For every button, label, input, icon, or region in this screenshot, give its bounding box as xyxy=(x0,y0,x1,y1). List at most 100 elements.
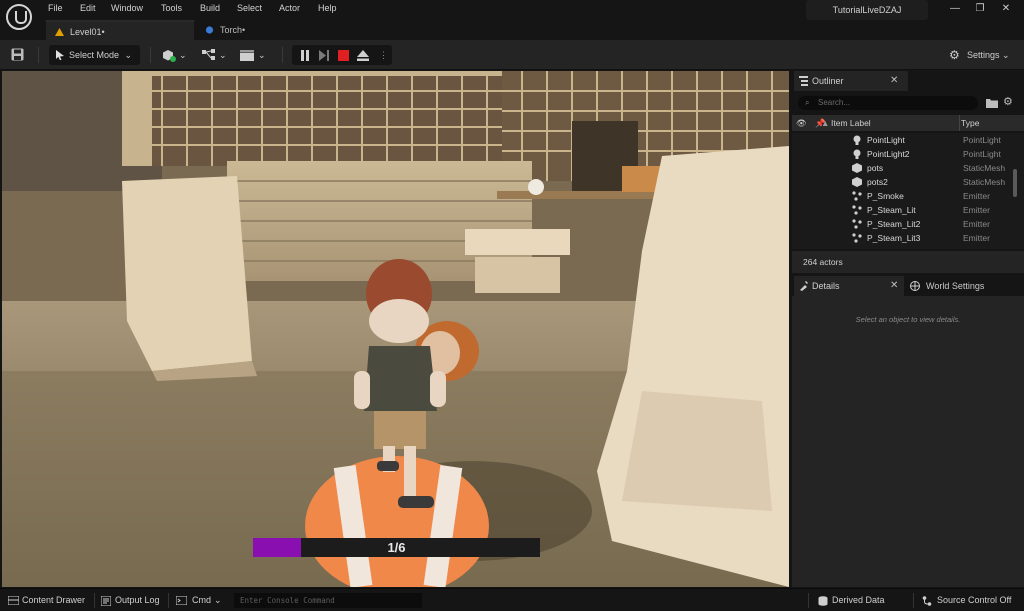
gear-icon: ⚙ xyxy=(949,48,960,62)
row-type: Emitter xyxy=(963,205,990,215)
tab-outliner[interactable]: Outliner ✕ xyxy=(794,71,908,91)
minimize-icon[interactable]: — xyxy=(948,3,962,15)
chevron-down-icon: ⌄ xyxy=(179,50,187,60)
menu-file[interactable]: File xyxy=(48,3,63,13)
outliner-row[interactable]: P_Smoke Emitter xyxy=(792,189,1024,203)
row-label: P_Smoke xyxy=(867,191,904,201)
outliner-scrollbar[interactable] xyxy=(1013,169,1017,197)
outliner-row[interactable]: pots StaticMesh xyxy=(792,161,1024,175)
row-type: Emitter xyxy=(963,219,990,229)
chevron-down-icon: ⌄ xyxy=(258,50,266,60)
select-mode-dropdown[interactable]: Select Mode ⌄ xyxy=(49,45,140,65)
menu-select[interactable]: Select xyxy=(237,3,262,13)
globe-icon xyxy=(910,281,920,291)
outliner-row[interactable]: P_Steam_Lit Emitter xyxy=(792,203,1024,217)
outliner-column-header: 👁 📌 ▲ Item Label Type xyxy=(792,115,1024,131)
row-label: PointLight xyxy=(867,135,905,145)
drawer-icon xyxy=(8,596,19,605)
outliner-row[interactable]: P_Steam_Lit2 Emitter xyxy=(792,217,1024,231)
output-log-label: Output Log xyxy=(115,595,160,605)
more-options-icon[interactable]: ⋮ xyxy=(379,45,388,65)
row-type: PointLight xyxy=(963,135,1001,145)
progress-counter: 1/6 xyxy=(387,540,406,555)
actor-count: 264 actors xyxy=(792,251,1024,273)
details-panel: Select an object to view details. xyxy=(792,296,1024,587)
restore-icon[interactable]: ❐ xyxy=(973,3,987,15)
mesh-icon xyxy=(852,177,862,187)
menu-actor[interactable]: Actor xyxy=(279,3,300,13)
gear-icon[interactable]: ⚙ xyxy=(1003,95,1013,108)
separator xyxy=(959,115,960,131)
separator xyxy=(913,593,914,608)
document-tabs: Level01• Torch• xyxy=(0,20,1024,40)
separator xyxy=(168,593,169,608)
menu-tools[interactable]: Tools xyxy=(161,3,182,13)
details-icon xyxy=(800,281,808,291)
tab-torch[interactable]: Torch• xyxy=(196,20,346,40)
level-icon xyxy=(55,28,64,36)
derived-data-label: Derived Data xyxy=(832,595,885,605)
add-folder-icon[interactable] xyxy=(986,98,998,108)
separator xyxy=(94,593,95,608)
row-label: PointLight2 xyxy=(867,149,910,159)
details-title: Details xyxy=(812,281,840,291)
chevron-down-icon: ⌄ xyxy=(214,595,222,605)
column-item-label[interactable]: Item Label xyxy=(831,115,871,131)
tab-level01[interactable]: Level01• xyxy=(46,20,194,40)
menu-edit[interactable]: Edit xyxy=(80,3,96,13)
tab-details[interactable]: Details ✕ xyxy=(794,276,904,296)
menu-build[interactable]: Build xyxy=(200,3,220,13)
stop-icon[interactable] xyxy=(338,50,349,61)
unreal-logo-icon[interactable] xyxy=(6,4,32,30)
menu-window[interactable]: Window xyxy=(111,3,143,13)
search-icon: ⌕ xyxy=(805,98,810,107)
console-command-input[interactable]: Enter Console Command xyxy=(234,593,422,608)
details-empty-hint: Select an object to view details. xyxy=(855,315,961,324)
row-label: P_Steam_Lit3 xyxy=(867,233,921,243)
outliner-row[interactable]: PointLight PointLight xyxy=(792,133,1024,147)
tab-world-settings[interactable]: World Settings xyxy=(906,276,1024,296)
blueprint-button[interactable]: ⌄ xyxy=(202,45,230,65)
separator xyxy=(38,47,39,63)
row-type: StaticMesh xyxy=(963,163,1006,173)
terminal-icon xyxy=(176,596,187,605)
column-type[interactable]: Type xyxy=(961,115,979,131)
level-viewport[interactable]: 1/6 xyxy=(2,71,789,587)
source-control-label: Source Control Off xyxy=(937,595,1012,605)
save-icon[interactable] xyxy=(11,48,24,61)
close-icon[interactable]: ✕ xyxy=(890,276,898,296)
row-label: pots xyxy=(867,163,884,173)
chevron-down-icon: ⌄ xyxy=(219,50,227,60)
emitter-icon xyxy=(852,233,862,243)
close-icon[interactable]: ✕ xyxy=(890,71,898,91)
bulb-icon xyxy=(853,135,861,145)
outliner-row[interactable]: PointLight2 PointLight xyxy=(792,147,1024,161)
world-settings-label: World Settings xyxy=(926,281,985,291)
select-mode-label: Select Mode xyxy=(69,50,120,60)
visibility-eye-icon[interactable]: 👁 xyxy=(796,115,807,131)
project-name: TutorialLiveDZAJ xyxy=(806,0,928,20)
row-type: PointLight xyxy=(963,149,1001,159)
close-window-icon[interactable]: ✕ xyxy=(999,3,1013,15)
status-bar: Content Drawer Output Log Cmd ⌄ Enter Co… xyxy=(0,588,1024,611)
separator xyxy=(282,47,283,63)
add-actor-button[interactable]: ⌄ xyxy=(162,45,190,65)
cinematics-button[interactable]: ⌄ xyxy=(240,45,270,65)
eject-icon[interactable] xyxy=(357,50,369,61)
settings-label: Settings xyxy=(967,50,1000,60)
row-type: StaticMesh xyxy=(963,177,1006,187)
main-toolbar: Select Mode ⌄ ⌄ ⌄ ⌄ ⋮ ⚙ Settings ⌄ xyxy=(0,40,1024,70)
clapperboard-icon xyxy=(240,50,254,61)
sort-arrow-icon: ▲ xyxy=(821,118,830,128)
outliner-search-input[interactable]: ⌕ Search... xyxy=(798,96,978,110)
content-drawer-label: Content Drawer xyxy=(22,595,86,605)
step-forward-icon[interactable] xyxy=(319,50,329,61)
outliner-row[interactable]: pots2 StaticMesh xyxy=(792,175,1024,189)
outliner-row[interactable]: P_Steam_Lit3 Emitter xyxy=(792,231,1024,245)
search-placeholder: Search... xyxy=(818,98,851,107)
pause-icon[interactable] xyxy=(300,50,310,61)
play-controls: ⋮ xyxy=(292,45,392,65)
settings-button[interactable]: ⚙ Settings ⌄ xyxy=(949,45,1019,65)
menu-help[interactable]: Help xyxy=(318,3,337,13)
database-icon xyxy=(818,596,828,606)
